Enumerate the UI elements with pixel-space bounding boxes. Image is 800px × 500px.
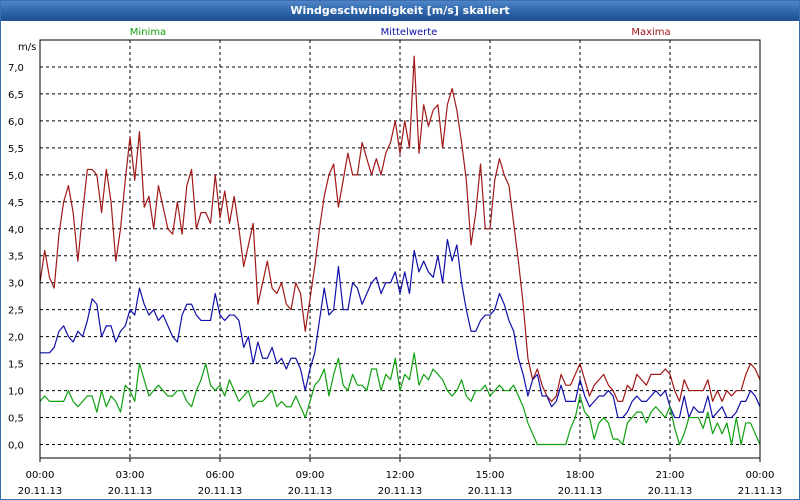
x-tick-time: 21:00	[656, 470, 685, 481]
x-tick-time: 09:00	[296, 470, 325, 481]
y-tick-label: 4,5	[8, 198, 24, 209]
y-tick-label: 7,0	[8, 63, 24, 74]
y-tick-label: 2,5	[8, 306, 24, 317]
y-axis-label: m/s	[18, 42, 36, 53]
legend-mittelwerte: Mittelwerte	[381, 27, 438, 38]
y-tick-label: 1,5	[8, 360, 24, 371]
y-tick-label: 2,0	[8, 333, 24, 344]
y-tick-label: 3,5	[8, 252, 24, 263]
x-tick-date: 20.11.13	[18, 486, 63, 497]
y-tick-label: 5,5	[8, 144, 24, 155]
y-tick-label: 1,0	[8, 387, 24, 398]
x-tick-date: 21.11.13	[738, 486, 783, 497]
y-tick-label: 4,0	[8, 225, 24, 236]
legend: Maxima Mittelwerte Minima	[130, 27, 671, 38]
y-tick-label: 0,5	[8, 414, 24, 425]
x-tick-time: 12:00	[386, 470, 415, 481]
x-tick-time: 00:00	[26, 470, 55, 481]
x-tick-date: 20.11.13	[468, 486, 513, 497]
x-tick-date: 20.11.13	[648, 486, 693, 497]
y-tick-label: 6,0	[8, 117, 24, 128]
legend-minima: Minima	[130, 27, 166, 38]
x-tick-date: 20.11.13	[198, 486, 243, 497]
x-axis: 00:00 20.11.13 03:00 20.11.13 06:00 20.11.13 0…	[18, 458, 783, 497]
y-tick-label: 3,0	[8, 279, 24, 290]
legend-maxima: Maxima	[631, 27, 670, 38]
x-tick-time: 03:00	[116, 470, 145, 481]
y-axis: 0,0 0,5 1,0 1,5 2,0 2,5 3,0 3,5 4,0 4,5 5,0 5,5 6,0 6…	[8, 63, 24, 452]
y-tick-label: 0,0	[8, 441, 24, 452]
y-tick-label: 6,5	[8, 90, 24, 101]
x-tick-date: 20.11.13	[108, 486, 153, 497]
x-tick-date: 20.11.13	[558, 486, 603, 497]
x-tick-time: 18:00	[566, 470, 595, 481]
x-tick-time: 15:00	[476, 470, 505, 481]
y-tick-label: 5,0	[8, 171, 24, 182]
x-tick-time: 06:00	[206, 470, 235, 481]
wind-speed-chart: 0,0 0,5 1,0 1,5 2,0 2,5 3,0 3,5 4,0 4,5 5,0 5,5 6,0 6…	[8, 27, 783, 497]
x-tick-date: 20.11.13	[288, 486, 333, 497]
x-tick-date: 20.11.13	[378, 486, 423, 497]
x-tick-time: 00:00	[746, 470, 775, 481]
